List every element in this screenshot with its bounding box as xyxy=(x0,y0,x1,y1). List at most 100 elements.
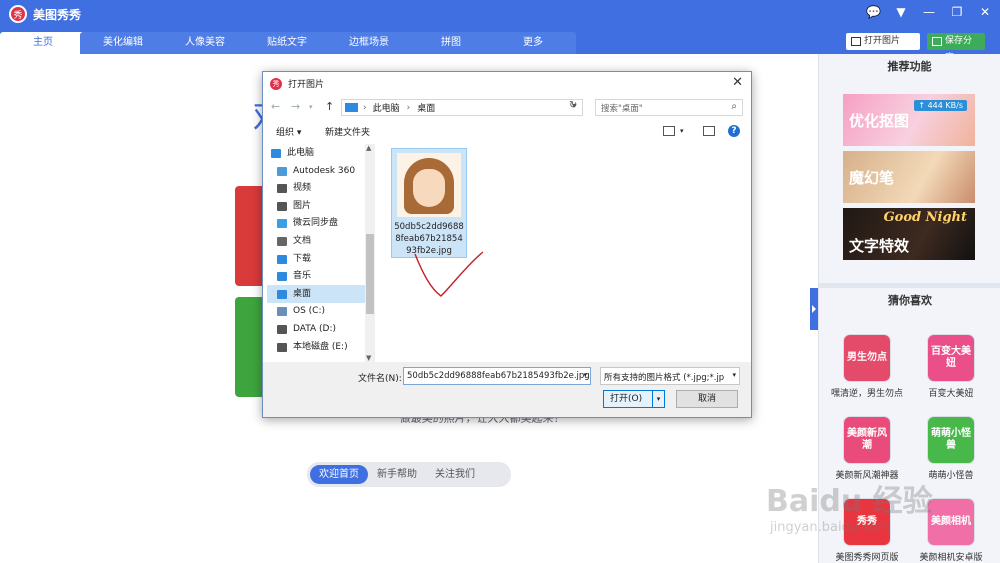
app-item[interactable]: 百变大美妞 百变大美妞 xyxy=(909,334,993,399)
promo-text-effects-label: 文字特效 xyxy=(849,236,910,255)
tree-item[interactable]: 下载 xyxy=(267,250,367,268)
scroll-down-icon[interactable]: ▼ xyxy=(366,354,371,362)
thumbnail-face xyxy=(413,169,445,207)
app-item[interactable]: 男生勿点 嘿清逆，男生勿点 xyxy=(825,334,909,399)
tree-item-label: 图片 xyxy=(293,200,312,211)
app-icon: 百变大美妞 xyxy=(927,334,975,382)
good-night-text: Good Night xyxy=(883,210,967,225)
app-icon: 美颜新风潮 xyxy=(843,416,891,464)
tab-collage[interactable]: 拼图 xyxy=(408,32,494,54)
up-arrow-icon[interactable]: ↑ xyxy=(325,100,334,113)
tree-item-label: 此电脑 xyxy=(287,148,315,158)
baidu-watermark: Baidu 经验 xyxy=(766,484,933,519)
weiyun-icon xyxy=(277,219,287,229)
scroll-thumb[interactable] xyxy=(366,234,374,314)
tree-item[interactable]: Autodesk 360 xyxy=(267,162,367,180)
app-icon: 男生勿点 xyxy=(843,334,891,382)
speed-badge: ↑ 444 KB/s xyxy=(914,100,967,111)
recent-dropdown-icon[interactable]: ▾ xyxy=(309,103,313,111)
tree-item[interactable]: 桌面 xyxy=(267,284,367,303)
view-options-icon[interactable] xyxy=(663,126,675,136)
filename-value: 50db5c2dd96888feab67b2185493fb2e.jpg xyxy=(407,371,590,381)
refresh-icon[interactable]: ↻ xyxy=(569,100,577,111)
app-item[interactable]: 萌萌小怪兽 萌萌小怪兽 xyxy=(909,416,993,481)
app-label: 百变大美妞 xyxy=(928,389,974,399)
nav-follow-us[interactable]: 关注我们 xyxy=(426,465,484,484)
picture-icon xyxy=(277,201,287,211)
feedback-icon[interactable]: 💬 xyxy=(866,5,881,19)
tree-item[interactable]: 文档 xyxy=(267,232,367,250)
window-controls: 💬 ▼ — ❐ ✕ xyxy=(866,5,992,19)
file-type-filter[interactable]: 所有支持的图片格式 (*.jpg;*.jp ▾ xyxy=(600,367,740,385)
file-item[interactable]: 50db5c2dd96888feab67b2185493fb2e.jpg xyxy=(391,148,467,258)
feature-tile-green[interactable] xyxy=(235,297,265,397)
tree-item[interactable]: 本地磁盘 (E:) xyxy=(267,338,367,356)
panel-collapse-handle[interactable] xyxy=(810,288,818,330)
tree-item[interactable]: 图片 xyxy=(267,197,367,215)
help-icon[interactable]: ? xyxy=(728,125,740,137)
tree-scrollbar[interactable]: ▲ ▼ xyxy=(365,144,375,362)
tab-stickers-text[interactable]: 贴纸文字 xyxy=(244,32,330,54)
tree-item-label: DATA (D:) xyxy=(293,324,337,334)
nav-beginner-help[interactable]: 新手帮助 xyxy=(368,465,426,484)
tree-item[interactable]: 音乐 xyxy=(267,267,367,285)
filename-input[interactable]: 50db5c2dd96888feab67b2185493fb2e.jpg ▾ xyxy=(403,367,591,385)
promo-text-effects[interactable]: 文字特效 Good Night xyxy=(843,208,975,260)
tree-item[interactable]: DATA (D:) xyxy=(267,320,367,338)
welcome-nav: 欢迎首页 新手帮助 关注我们 xyxy=(307,462,511,487)
tree-item-label: 本地磁盘 (E:) xyxy=(293,341,348,352)
tree-item-label: 文档 xyxy=(293,236,312,246)
tab-home[interactable]: 主页 xyxy=(0,32,86,54)
breadcrumb-this-pc[interactable]: 此电脑 xyxy=(373,101,400,114)
app-item[interactable]: 美颜新风潮 美颜新风潮神器 xyxy=(825,416,909,481)
feature-tile-red[interactable] xyxy=(235,186,265,286)
computer-icon xyxy=(345,103,358,112)
open-button[interactable]: 打开(O) ▾ xyxy=(603,390,665,408)
filter-dropdown-icon[interactable]: ▾ xyxy=(732,371,736,379)
search-placeholder: 搜索"桌面" xyxy=(601,104,643,114)
preview-pane-icon[interactable] xyxy=(703,126,715,136)
tab-frames-scenes[interactable]: 边框场景 xyxy=(326,32,412,54)
promo-magic-pen-label: 魔幻笔 xyxy=(849,168,895,187)
maximize-icon[interactable]: ❐ xyxy=(950,5,964,19)
promo-cutout[interactable]: 优化抠图 ↑ 444 KB/s xyxy=(843,94,975,146)
open-split-dropdown-icon[interactable]: ▾ xyxy=(652,391,664,407)
scroll-up-icon[interactable]: ▲ xyxy=(366,144,371,152)
promo-magic-pen[interactable]: 魔幻笔 xyxy=(843,151,975,203)
red-check-annotation xyxy=(414,251,484,297)
document-icon xyxy=(277,237,287,246)
search-input[interactable]: 搜索"桌面" ⌕ xyxy=(595,99,743,116)
tree-item[interactable]: OS (C:) xyxy=(267,302,367,320)
menu-dropdown-icon[interactable]: ▼ xyxy=(894,5,908,19)
recommended-title: 推荐功能 xyxy=(887,60,932,73)
address-bar[interactable]: › 此电脑 › 桌面 ▾ xyxy=(341,99,583,116)
breadcrumb-desktop[interactable]: 桌面 xyxy=(417,101,435,114)
forward-arrow-icon[interactable]: → xyxy=(291,100,300,113)
back-arrow-icon[interactable]: ← xyxy=(271,100,280,113)
organize-menu[interactable]: 组织 ▾ xyxy=(276,125,301,138)
filename-dropdown-icon[interactable]: ▾ xyxy=(583,371,587,379)
tab-beautify-edit[interactable]: 美化编辑 xyxy=(80,32,166,54)
tree-item[interactable]: 微云同步盘 xyxy=(267,214,367,232)
file-list: 50db5c2dd96888feab67b2185493fb2e.jpg xyxy=(379,144,749,362)
dialog-toolbar: 组织 ▾ 新建文件夹 ▾ ? xyxy=(263,122,751,142)
close-icon[interactable]: ✕ xyxy=(978,5,992,19)
open-image-button[interactable]: 打开图片 xyxy=(846,33,920,50)
video-icon xyxy=(277,184,287,194)
tab-portrait[interactable]: 人像美容 xyxy=(162,32,248,54)
app-title: 美图秀秀 xyxy=(33,7,82,22)
cartoon-girl-thumbnail xyxy=(397,153,461,217)
minimize-icon[interactable]: — xyxy=(922,5,936,19)
view-dropdown-icon[interactable]: ▾ xyxy=(680,127,684,135)
tree-item[interactable]: 此电脑 xyxy=(267,144,367,162)
new-folder-button[interactable]: 新建文件夹 xyxy=(325,125,370,138)
computer-icon xyxy=(271,149,281,158)
tree-item[interactable]: 视频 xyxy=(267,179,367,197)
cancel-button[interactable]: 取消 xyxy=(676,390,738,408)
save-share-button[interactable]: 保存分享 xyxy=(927,33,985,63)
app-label: 美图秀秀网页版 xyxy=(835,553,899,563)
dialog-close-icon[interactable]: ✕ xyxy=(732,75,743,90)
app-label: 嘿清逆，男生勿点 xyxy=(830,389,903,399)
tab-more[interactable]: 更多 xyxy=(490,32,576,54)
nav-welcome-home[interactable]: 欢迎首页 xyxy=(310,465,368,484)
